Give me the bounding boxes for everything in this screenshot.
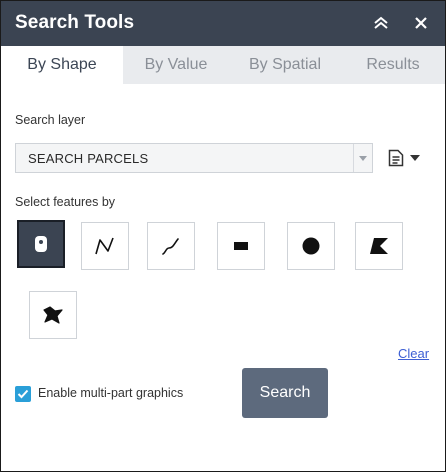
close-button[interactable] [411, 13, 431, 33]
polygon-tool-button[interactable] [355, 222, 403, 270]
multipart-label: Enable multi-part graphics [38, 386, 184, 400]
circle-tool-button[interactable] [287, 222, 335, 270]
panel-title: Search Tools [15, 12, 135, 33]
freehand-line-tool-button[interactable] [147, 222, 195, 270]
search-layer-label: Search layer [15, 113, 86, 127]
collapse-button[interactable] [371, 13, 391, 33]
polyline-icon [95, 237, 114, 255]
polygon-icon [370, 238, 388, 254]
checkmark-icon [17, 389, 29, 399]
search-button[interactable]: Search [242, 368, 328, 418]
tab-by-value[interactable]: By Value [123, 46, 229, 84]
freehand-line-icon [162, 238, 179, 255]
freehand-polygon-tool-button[interactable] [29, 291, 77, 339]
rectangle-icon [234, 242, 248, 250]
circle-icon [302, 237, 320, 255]
layer-options-button[interactable] [377, 143, 431, 173]
tab-by-shape[interactable]: By Shape [1, 46, 123, 84]
tab-results[interactable]: Results [341, 46, 445, 84]
close-icon [415, 17, 427, 29]
point-tool-button[interactable] [17, 220, 65, 268]
caret-down-icon [410, 155, 420, 161]
double-chevron-up-icon [374, 16, 388, 29]
search-layer-value: SEARCH PARCELS [28, 151, 149, 166]
freehand-polygon-icon [43, 306, 63, 324]
select-dropdown-arrow[interactable] [353, 144, 372, 172]
chevron-down-icon [359, 155, 367, 161]
polyline-tool-button[interactable] [81, 222, 129, 270]
search-layer-select[interactable]: SEARCH PARCELS [15, 143, 373, 173]
select-features-label: Select features by [15, 195, 116, 209]
point-marker-icon [35, 236, 47, 252]
tab-by-spatial[interactable]: By Spatial [229, 46, 341, 84]
search-tools-panel: Search Tools By Shape By Value By Spatia… [0, 0, 446, 472]
rectangle-tool-button[interactable] [217, 222, 265, 270]
multipart-checkbox[interactable] [15, 386, 31, 402]
clear-link[interactable]: Clear [398, 346, 429, 361]
tab-bar: By Shape By Value By Spatial Results [1, 46, 445, 84]
document-list-icon [388, 149, 404, 167]
title-bar: Search Tools [1, 1, 445, 46]
